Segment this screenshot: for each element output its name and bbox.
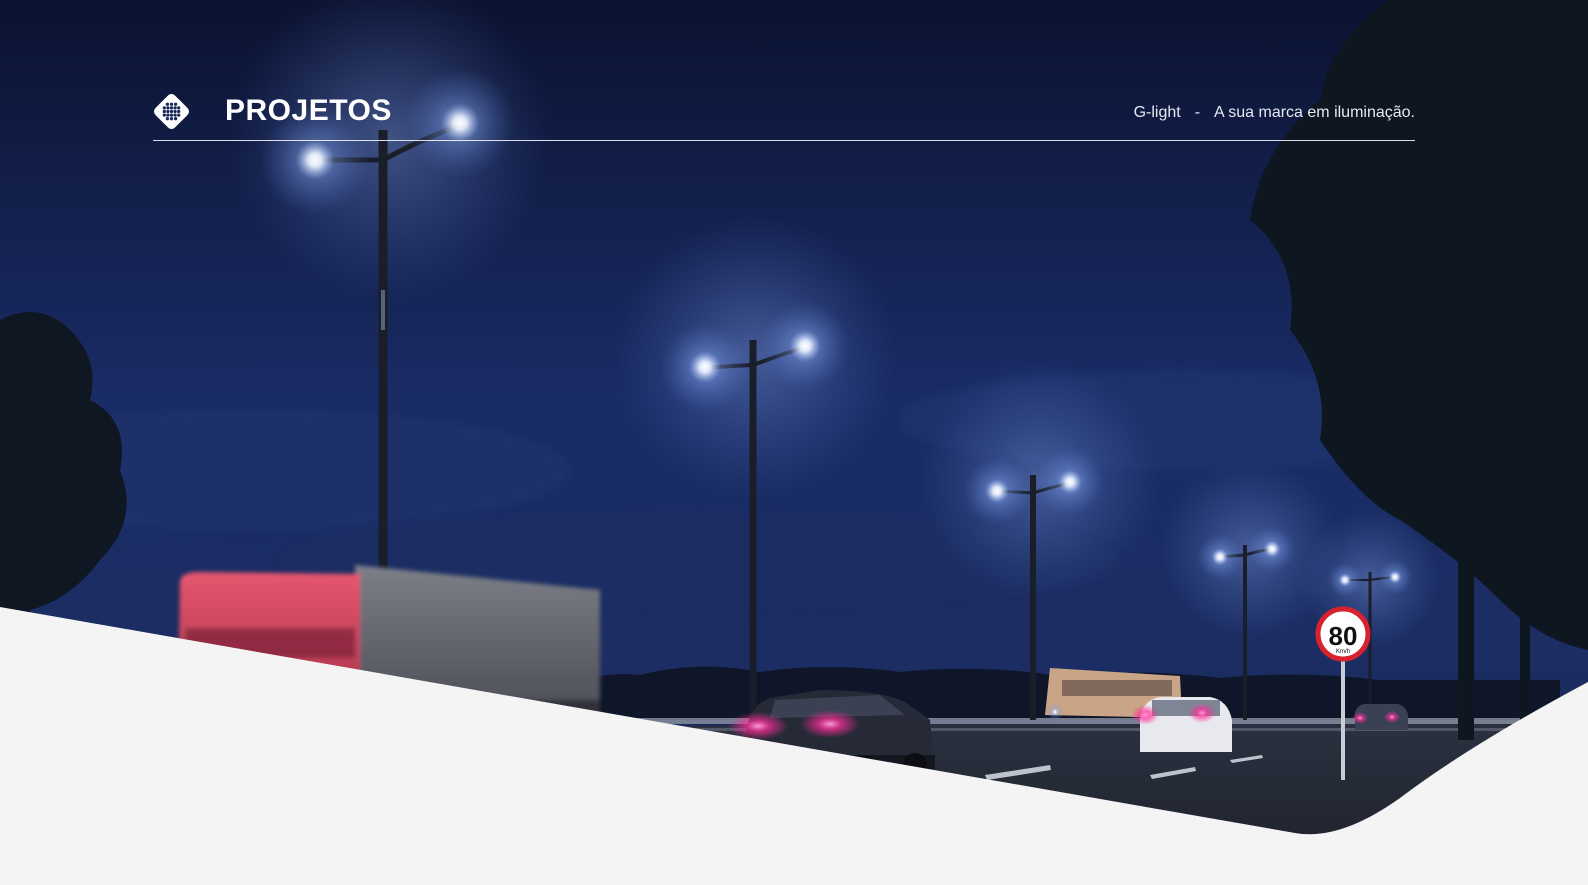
speed-limit-value: 80 [1329, 621, 1358, 651]
header-divider [153, 140, 1415, 141]
grid-dots-diamond-icon [154, 94, 189, 129]
slide-header: PROJETOS G-light - A sua marca em iluminaç… [0, 0, 1588, 150]
speed-limit-unit: Km/h [1336, 649, 1350, 655]
page-title: PROJETOS [225, 94, 392, 127]
brand-name: G-light [1133, 104, 1181, 121]
tagline-separator: - [1194, 104, 1201, 121]
brand-tagline: G-light - A sua marca em iluminação. [1134, 103, 1415, 123]
brand-slogan: A sua marca em iluminação. [1214, 104, 1415, 121]
projects-slide: 80 Km/h PROJETOS G-light - A sua marca em … [0, 0, 1588, 885]
